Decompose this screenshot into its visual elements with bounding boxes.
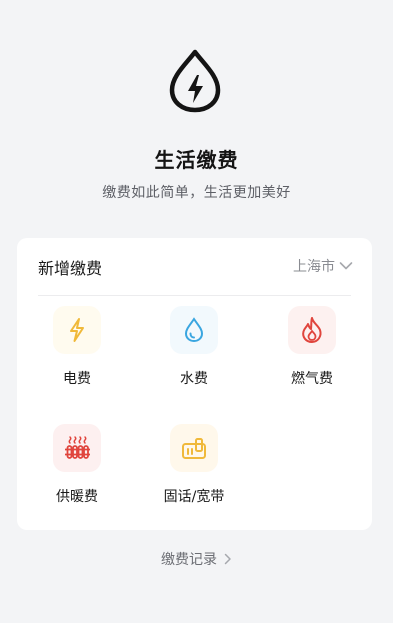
service-icon-tile [53, 424, 101, 472]
page-subtitle: 缴费如此简单，生活更加美好 [102, 185, 291, 201]
lightning-icon [70, 318, 84, 342]
service-icon-tile [53, 306, 101, 354]
lightning-drop-icon [169, 49, 221, 113]
card-header: 新增缴费 上海市 [17, 238, 372, 295]
service-label: 水费 [180, 371, 208, 387]
service-icon-tile [288, 306, 336, 354]
service-label: 供暖费 [56, 489, 98, 505]
water-drop-icon [184, 317, 204, 343]
service-water[interactable]: 水费 [139, 306, 249, 396]
service-icon-tile [170, 424, 218, 472]
service-icon-tile [170, 306, 218, 354]
payment-records-link[interactable]: 缴费记录 [0, 549, 393, 569]
service-heating[interactable]: 供暖费 [22, 424, 132, 514]
divider [38, 295, 351, 296]
service-label: 电费 [63, 371, 91, 387]
chevron-down-icon [339, 262, 353, 270]
new-payment-card: 新增缴费 上海市 电费 水费 燃气费 供暖费 固话/宽带 [17, 238, 372, 530]
service-electricity[interactable]: 电费 [22, 306, 132, 396]
city-selector[interactable]: 上海市 [293, 255, 353, 277]
city-label: 上海市 [293, 259, 335, 275]
radiator-icon [65, 436, 90, 459]
chevron-right-icon [224, 553, 231, 565]
service-label: 固话/宽带 [163, 489, 225, 505]
flame-icon [302, 317, 322, 343]
service-label: 燃气费 [291, 371, 333, 387]
phone-icon [182, 438, 206, 459]
service-gas[interactable]: 燃气费 [257, 306, 367, 396]
card-title: 新增缴费 [38, 259, 103, 278]
page-title: 生活缴费 [154, 148, 239, 172]
service-phone-broadband[interactable]: 固话/宽带 [139, 424, 249, 514]
payment-records-label: 缴费记录 [161, 552, 217, 568]
hero-section: 生活缴费 缴费如此简单，生活更加美好 [0, 0, 393, 230]
